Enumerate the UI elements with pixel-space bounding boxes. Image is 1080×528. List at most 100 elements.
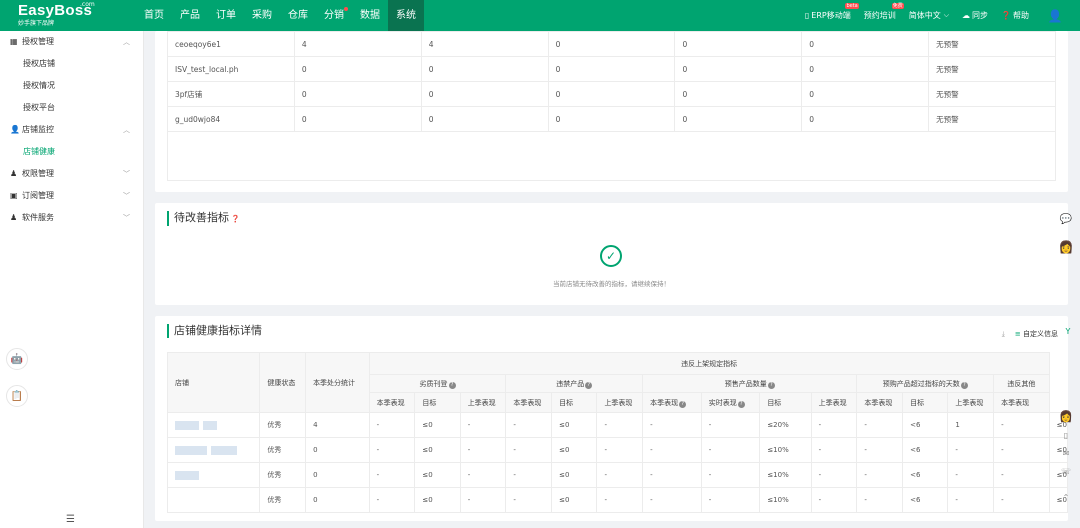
assistant-avatar-icon[interactable]: 👩 [1057,407,1075,425]
question-icon: ? [679,400,687,408]
col-subgroup: 违反其他 [993,374,1050,393]
table-cell: ceoeqoy6e1 [167,31,295,57]
metric-cell: - [993,462,1050,488]
metric-cell: - [856,487,904,513]
question-icon[interactable]: ❓ [231,215,240,223]
robot-assistant-icon[interactable]: 🤖 [6,348,28,370]
beta-badge: beta [845,3,859,9]
nav-item[interactable]: 订单 [208,0,244,31]
sidebar: ▦ 授权管理 ︿ 授权店铺 授权情况 授权平台 👤 店铺监控 ︿ 店铺健康 ♟ 权限管理 ﹀ ▣ 订阅管理 ﹀… [0,31,144,528]
improve-title-text: 待改善指标 [174,211,229,224]
nav-item[interactable]: 系统 [388,0,424,31]
table-cell: 0 [801,106,930,132]
col-current: 本季表现? [642,392,702,413]
nav-item[interactable]: 采购 [244,0,280,31]
chevron-down-icon: ﹀ [123,214,130,222]
free-badge: 免费 [891,3,904,9]
sidebar-group[interactable]: ♟ 权限管理 ﹀ [0,163,143,185]
col-realtime: 实时表现? [700,392,761,413]
message-icon[interactable]: ✉ [1057,444,1075,462]
nav-item[interactable]: 仓库 [280,0,316,31]
sidebar-group[interactable]: ▦ 授权管理 ︿ [0,31,143,53]
brand-y-icon[interactable]: Y [1059,322,1077,340]
cloud-icon: ☁ [962,11,971,20]
success-check-icon: ✓ [600,245,622,267]
language-select[interactable]: 简体中文 ⌵ [909,10,949,21]
table-cell: 0 [547,31,676,57]
metric-cell: - [505,462,553,488]
metric-cell: - [947,487,995,513]
feedback-icon[interactable]: ☏ [1057,462,1075,480]
col-group-violation: 违反上架规定指标 [368,352,1050,375]
metric-cell: - [700,437,761,463]
improve-section-title: 待改善指标 ❓ [167,211,240,226]
health-detail-table: 店铺 健康状态 本季处分统计 违反上架规定指标 劣质刊登? 违禁产品? 预售产品数量? 预购产… [166,352,1069,513]
table-row: 优秀 0- ≤0- - ≤0- - - ≤10% - - <6- - ≤0 [166,462,1069,488]
chat-bubble-icon[interactable]: 💬 [1057,210,1075,228]
redacted-shop-name [175,420,199,430]
sidebar-item[interactable]: 店铺健康 [0,141,143,163]
col-current: 本季表现 [856,392,904,413]
table-cell: 0 [674,56,803,82]
subscription-icon: ▣ [10,191,18,200]
shop-name-cell[interactable] [166,437,261,463]
table-cell: 0 [674,106,803,132]
shop-name-cell[interactable] [166,487,261,513]
question-icon: ? [448,381,456,389]
sidebar-item[interactable]: 授权情况 [0,75,143,97]
shop-name-cell[interactable] [166,462,261,488]
table-empty-area [167,132,1056,181]
shop-summary-table: ceoeqoy6e1 4 4 0 0 0 无预警 ISV_test_local.ph 0 0 0 0 0… [167,31,1056,132]
sync-button[interactable]: ☁ 同步 [962,10,988,21]
training-link[interactable]: 预约培训 免费 [864,3,904,21]
nav-item-label: 产品 [180,10,200,21]
easyboss-logo[interactable]: EasyBoss .com 妙手旗下品牌 [18,1,98,30]
table-cell: 无预警 [928,81,1056,107]
nav-item[interactable]: 产品 [172,0,208,31]
user-avatar-icon[interactable]: 👤 [1042,0,1068,31]
sidebar-group-label: 店铺监控 [22,125,54,134]
sidebar-item[interactable]: 授权平台 [0,97,143,119]
shop-name-cell[interactable] [166,412,261,438]
metric-cell: ≤0 [414,412,461,438]
sidebar-item[interactable]: 授权店铺 [0,53,143,75]
sidebar-group[interactable]: ♟ 软件服务 ﹀ [0,207,143,229]
notification-dot [344,7,348,11]
sidebar-group[interactable]: ▣ 订阅管理 ﹀ [0,185,143,207]
sidebar-group[interactable]: 👤 店铺监控 ︿ [0,119,143,141]
metric-cell: <6 [902,412,949,438]
phone-icon[interactable]: ▯ [1057,426,1075,444]
metric-cell: - [596,437,644,463]
erp-mobile-label: ERP移动端 [811,11,851,20]
collapse-menu-icon[interactable]: ☰ [66,514,75,525]
col-target: 目标 [759,392,812,413]
col-prev: 上季表现 [459,392,507,413]
notes-icon[interactable]: 📋 [6,385,28,407]
table-cell: 0 [547,81,676,107]
col-subgroup: 劣质刊登? [368,374,507,393]
customer-service-avatar-icon[interactable]: 👩 [1057,238,1075,256]
auth-icon: ▦ [10,37,18,46]
col-target: 目标 [902,392,949,413]
help-button[interactable]: ❓ 帮助 [1001,10,1029,21]
table-cell: 0 [674,81,803,107]
back-to-top-icon[interactable]: ⌃ [1057,488,1075,506]
nav-item-label: 数据 [360,10,380,21]
metric-cell: ≤10% [759,487,812,513]
table-row: ceoeqoy6e1 4 4 0 0 0 无预警 [167,31,1056,57]
col-target: 目标 [551,392,598,413]
nav-item[interactable]: 首页 [136,0,172,31]
col-penalty: 本季处分统计 [305,352,370,413]
software-icon: ♟ [10,213,18,222]
sidebar-group-label: 软件服务 [22,213,54,222]
metric-cell: - [596,412,644,438]
metric-cell: - [856,412,904,438]
col-current: 本季表现 [993,392,1050,413]
erp-mobile-link[interactable]: ▯ ERP移动端 beta [805,3,859,21]
col-shop: 店铺 [166,352,261,413]
custom-info-button[interactable]: ≡ 自定义信息 [1015,329,1058,339]
nav-item[interactable]: 数据 [352,0,388,31]
col-subgroup: 预购产品超过指标的天数? [856,374,995,393]
download-icon[interactable]: ⤓ [1002,330,1005,339]
nav-item[interactable]: 分销 [316,0,352,31]
